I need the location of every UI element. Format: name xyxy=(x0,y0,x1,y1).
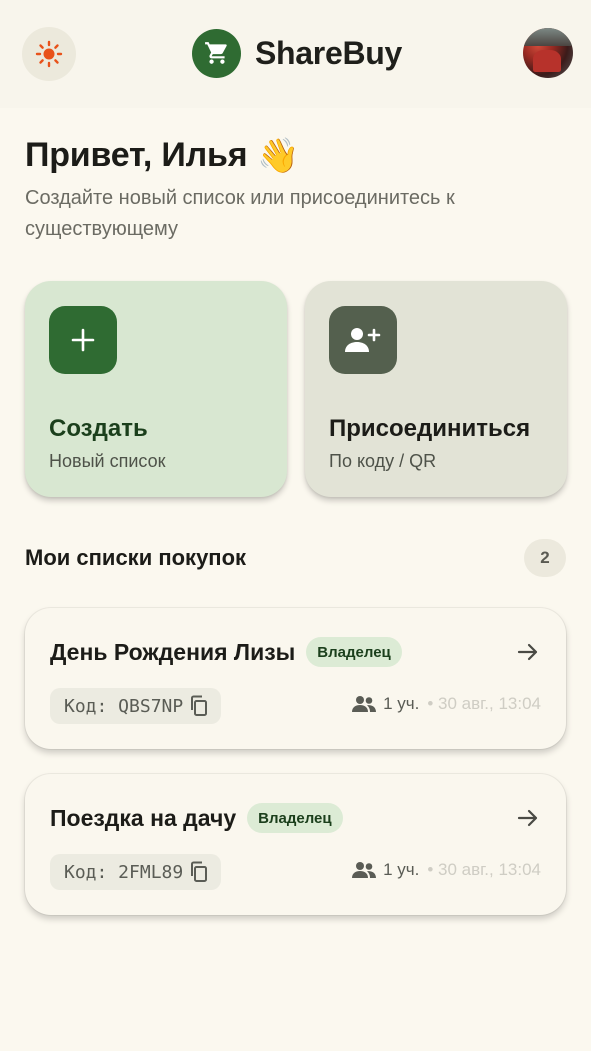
top-app-bar: ShareBuy xyxy=(0,0,591,108)
greeting-title: Привет, Илья xyxy=(25,136,248,174)
person-add-icon xyxy=(329,306,397,374)
list-date: • 30 авг., 13:04 xyxy=(427,860,541,879)
app-name: ShareBuy xyxy=(255,34,402,71)
lists-count-badge: 2 xyxy=(524,539,566,577)
join-card-title: Присоединиться xyxy=(329,415,531,442)
theme-toggle-button[interactable] xyxy=(22,27,76,81)
user-avatar[interactable] xyxy=(523,28,573,78)
code-chip[interactable]: Код: QBS7NP xyxy=(50,688,222,724)
create-list-card[interactable]: Создать Новый список xyxy=(25,281,287,497)
role-badge: Владелец xyxy=(247,803,343,833)
arrow-right-icon xyxy=(516,806,540,830)
list-card[interactable]: День Рождения Лизы Владелец Код: QBS7NP xyxy=(25,608,566,749)
app-root: ShareBuy Привет, Илья 👋 Создайте новый с… xyxy=(0,0,591,1051)
list-code: Код: 2FML89 xyxy=(64,861,184,883)
section-title: Мои списки покупок xyxy=(25,545,247,570)
copy-icon xyxy=(189,695,209,717)
greeting: Привет, Илья 👋 xyxy=(25,136,300,175)
plus-icon xyxy=(49,306,117,374)
role-badge: Владелец xyxy=(306,637,402,667)
open-list-button[interactable] xyxy=(514,638,542,666)
list-code: Код: QBS7NP xyxy=(64,695,184,717)
people-icon xyxy=(352,861,377,879)
people-icon xyxy=(352,695,377,713)
list-meta: 1 уч. • 30 авг., 13:04 xyxy=(352,694,541,714)
shopping-cart-icon xyxy=(192,28,241,78)
copy-icon xyxy=(189,861,209,883)
list-name: Поездка на дачу xyxy=(50,804,237,831)
list-card-header: Поездка на дачу Владелец xyxy=(50,802,546,834)
list-date: • 30 авг., 13:04 xyxy=(427,694,541,713)
create-card-subtitle: Новый список xyxy=(49,451,166,471)
sun-icon xyxy=(35,40,63,68)
list-card[interactable]: Поездка на дачу Владелец Код: 2FML89 1 у… xyxy=(25,774,566,915)
list-name: День Рождения Лизы xyxy=(50,638,296,665)
list-meta: 1 уч. • 30 авг., 13:04 xyxy=(352,860,541,880)
create-card-title: Создать xyxy=(49,415,148,442)
join-list-card[interactable]: Присоединиться По коду / QR xyxy=(305,281,567,497)
list-card-header: День Рождения Лизы Владелец xyxy=(50,636,546,668)
arrow-right-icon xyxy=(516,640,540,664)
greeting-subtitle: Создайте новый список или присоединитесь… xyxy=(25,187,455,240)
waving-hand-icon: 👋 xyxy=(257,136,300,175)
code-chip[interactable]: Код: 2FML89 xyxy=(50,854,222,890)
join-card-subtitle: По коду / QR xyxy=(329,451,437,471)
open-list-button[interactable] xyxy=(514,804,542,832)
brand: ShareBuy xyxy=(192,28,402,78)
members-count: 1 уч. xyxy=(383,694,420,713)
members-count: 1 уч. xyxy=(383,860,420,879)
